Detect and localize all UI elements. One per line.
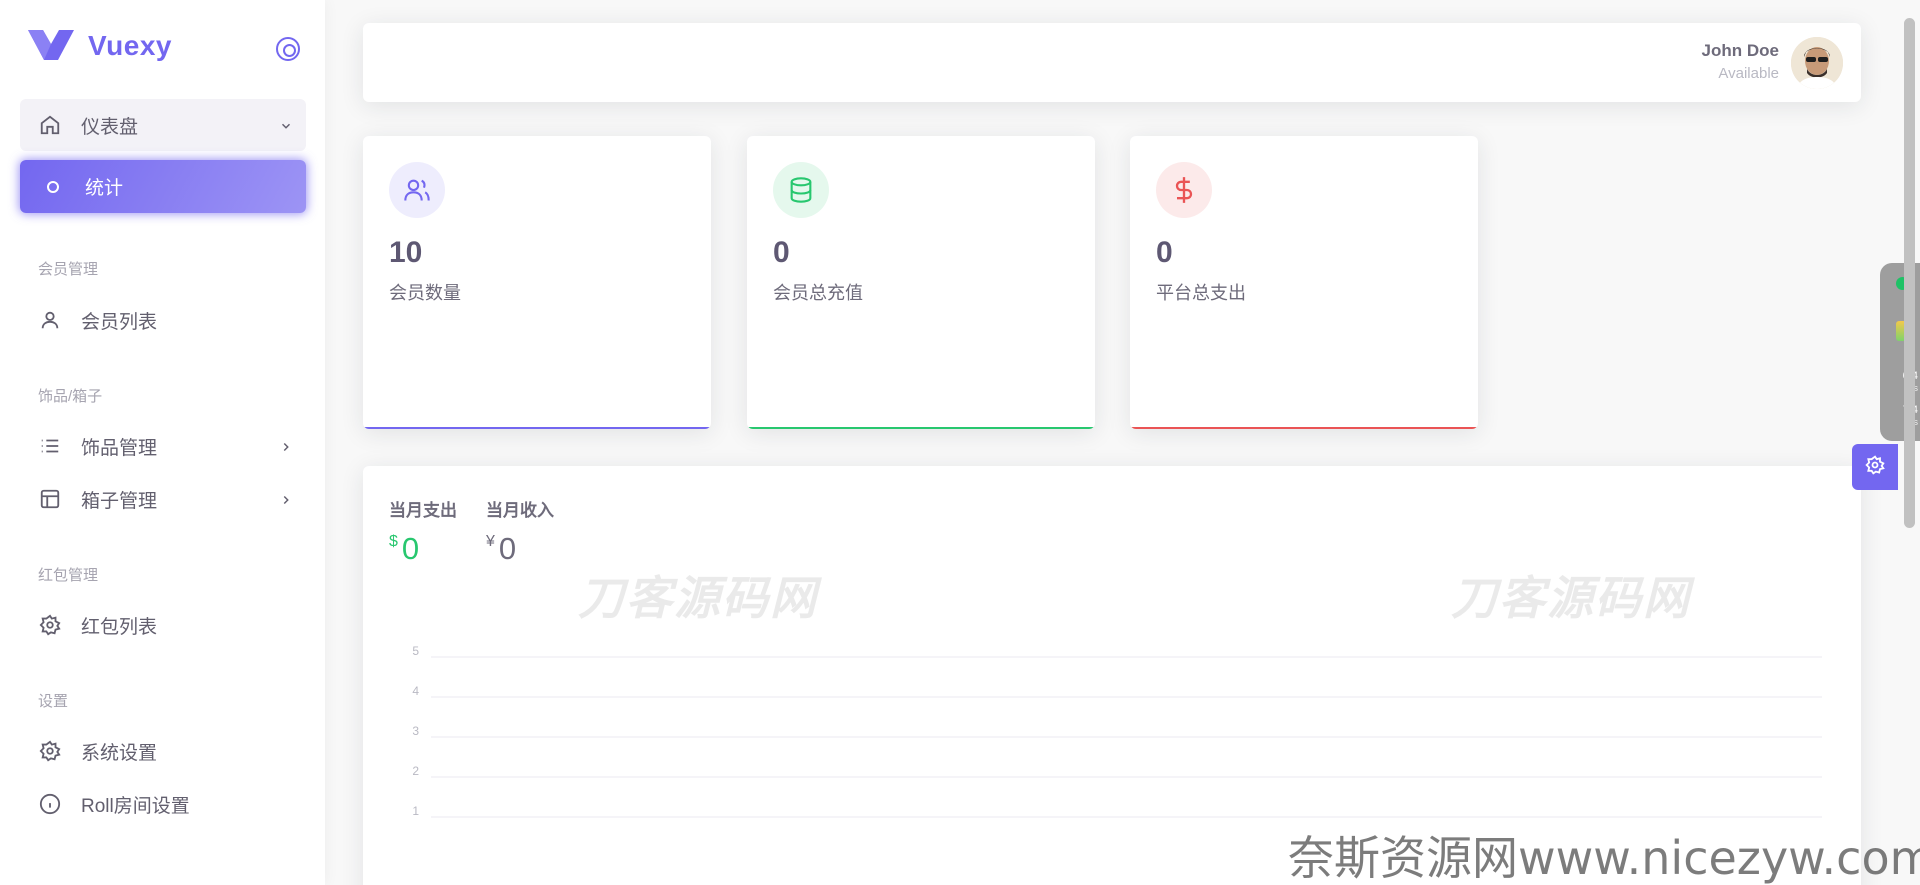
sidebar-item-box-management[interactable]: 箱子管理 — [20, 473, 306, 525]
watermark-text: 奈斯资源网www.nicezyw.com — [1288, 831, 1920, 885]
user-icon — [38, 308, 62, 332]
sidebar-item-label: 饰品管理 — [81, 437, 158, 459]
vuexy-logo-icon — [28, 30, 74, 62]
list-icon — [38, 434, 62, 458]
user-name[interactable]: John Doe — [1702, 41, 1779, 61]
sidebar-item-item-management[interactable]: 饰品管理 — [20, 420, 306, 472]
sidebar-item-label: 仪表盘 — [81, 116, 139, 138]
stat-card-members: 10 会员数量 — [363, 136, 711, 429]
stat-label: 会员总充值 — [773, 283, 863, 303]
sidebar-item-label: 红包列表 — [81, 616, 158, 638]
watermark-text: 刀客源码网 — [1451, 572, 1691, 624]
sidebar-item-label: 箱子管理 — [81, 490, 158, 512]
section-header-items: 饰品/箱子 — [38, 388, 103, 405]
sidebar-item-system-settings[interactable]: 系统设置 — [20, 725, 306, 777]
gear-icon — [1865, 454, 1885, 480]
sidebar-item-label: 系统设置 — [81, 742, 158, 764]
info-icon — [38, 792, 62, 816]
page-scrollbar[interactable] — [1901, 18, 1917, 528]
sidebar-item-label: 会员列表 — [81, 311, 158, 333]
stat-label: 平台总支出 — [1156, 283, 1246, 303]
section-header-settings: 设置 — [38, 693, 69, 710]
brand-name: Vuexy — [88, 30, 172, 61]
stat-card-expense: 0 平台总支出 — [1130, 136, 1478, 429]
y-tick-label: 4 — [412, 684, 419, 698]
sidebar-pin-icon[interactable] — [276, 37, 300, 61]
layout-icon — [38, 487, 62, 511]
dollar-icon — [1156, 162, 1212, 218]
settings-icon — [38, 613, 62, 637]
y-tick-label: 2 — [412, 764, 419, 778]
stat-value: 0 — [1156, 236, 1173, 269]
sidebar: Vuexy 仪表盘 统计 会员管理 会员列表 饰品/箱子 饰品管理 箱子管理 红… — [0, 0, 325, 885]
users-icon — [389, 162, 445, 218]
customizer-toggle-button[interactable] — [1852, 444, 1898, 490]
stat-accent-line — [1130, 427, 1478, 429]
chevron-right-icon — [276, 437, 296, 457]
stat-accent-line — [363, 427, 711, 429]
sidebar-item-dashboard[interactable]: 仪表盘 — [20, 99, 306, 151]
y-tick-label: 5 — [412, 644, 419, 658]
sidebar-item-label: Roll房间设置 — [81, 795, 190, 817]
sidebar-item-statistics[interactable]: 统计 — [20, 160, 306, 213]
stat-card-recharge: 0 会员总充值 — [747, 136, 1095, 429]
avatar[interactable] — [1791, 37, 1843, 89]
home-icon — [38, 113, 62, 137]
y-tick-label: 1 — [412, 804, 419, 818]
brand[interactable]: Vuexy — [28, 30, 172, 62]
scrollbar-thumb[interactable] — [1904, 18, 1915, 528]
circle-icon — [47, 180, 59, 193]
stat-label: 会员数量 — [389, 283, 461, 303]
watermark-text: 刀客源码网 — [578, 572, 818, 624]
settings-icon — [38, 739, 62, 763]
section-header-members: 会员管理 — [38, 261, 99, 278]
database-icon — [773, 162, 829, 218]
chevron-down-icon — [276, 116, 296, 136]
user-status: Available — [1718, 65, 1779, 82]
sidebar-item-label: 统计 — [85, 178, 124, 199]
y-tick-label: 3 — [412, 724, 419, 738]
sidebar-item-member-list[interactable]: 会员列表 — [20, 294, 306, 346]
sidebar-item-roll-settings[interactable]: Roll房间设置 — [20, 778, 306, 830]
stat-accent-line — [747, 427, 1095, 429]
sidebar-item-redpacket-list[interactable]: 红包列表 — [20, 599, 306, 651]
stat-value: 10 — [389, 236, 423, 269]
stat-value: 0 — [773, 236, 790, 269]
chevron-right-icon — [276, 490, 296, 510]
section-header-redpacket: 红包管理 — [38, 567, 99, 584]
top-navbar: John Doe Available — [363, 23, 1861, 102]
